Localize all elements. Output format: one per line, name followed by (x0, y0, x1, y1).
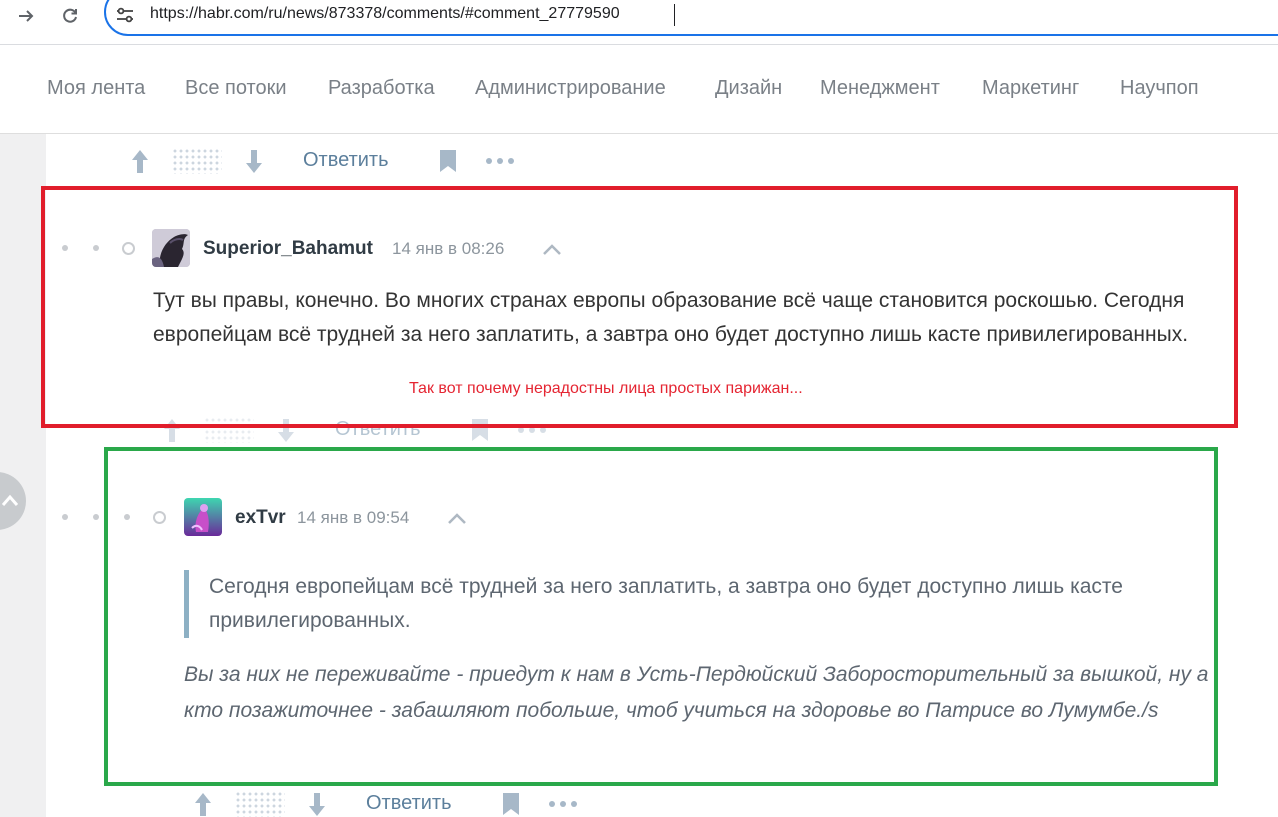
forward-icon[interactable] (10, 0, 42, 32)
site-settings-icon[interactable] (116, 6, 134, 24)
avatar[interactable] (184, 498, 222, 536)
more-icon[interactable] (484, 146, 516, 176)
hub-my-feed[interactable]: Моя лента (47, 77, 145, 100)
upvote-icon[interactable] (130, 146, 150, 176)
downvote-icon[interactable] (307, 789, 327, 817)
avatar[interactable] (152, 229, 190, 267)
reply-link[interactable]: Ответить (303, 149, 389, 172)
comment-time[interactable]: 14 янв в 08:26 (392, 239, 504, 259)
comment-quote: Сегодня европейцам всё трудней за него з… (184, 570, 1194, 638)
thread-level-dot (93, 245, 99, 251)
thread-level-dot (124, 514, 130, 520)
hub-administration[interactable]: Администрирование (475, 77, 666, 100)
hub-popsci[interactable]: Научпоп (1120, 77, 1199, 100)
chevron-up-icon[interactable] (447, 511, 467, 525)
url-text[interactable]: https://habr.com/ru/news/873378/comments… (150, 5, 620, 23)
bookmark-icon[interactable] (501, 789, 521, 817)
bookmark-icon[interactable] (470, 415, 490, 445)
reply-link[interactable]: Ответить (366, 792, 452, 815)
more-icon[interactable] (547, 789, 579, 817)
comment-actions: Ответить (193, 789, 593, 817)
reload-icon[interactable] (54, 0, 86, 32)
annotation-text: Так вот почему нерадостны лица простых п… (409, 380, 803, 397)
hub-management[interactable]: Менеджмент (820, 77, 940, 100)
comment-author[interactable]: exTvr (235, 507, 286, 529)
rating-placeholder (172, 148, 222, 174)
browser-toolbar: https://habr.com/ru/news/873378/comments… (0, 0, 1278, 45)
downvote-icon[interactable] (276, 415, 296, 445)
text-cursor (674, 4, 675, 26)
thread-level-ring (122, 242, 135, 255)
comment-text: Вы за них не переживайте - приедут к нам… (184, 663, 1209, 722)
rating-placeholder (235, 791, 285, 817)
hub-design[interactable]: Дизайн (715, 77, 782, 100)
hub-marketing[interactable]: Маркетинг (982, 77, 1079, 100)
rating-placeholder (204, 417, 254, 443)
comment-actions: Ответить (162, 415, 562, 445)
upvote-icon[interactable] (193, 789, 213, 817)
more-icon[interactable] (516, 415, 548, 445)
thread-level-dot (93, 514, 99, 520)
upvote-icon[interactable] (162, 415, 182, 445)
comment-text: Тут вы правы, конечно. Во многих странах… (153, 289, 1189, 346)
bookmark-icon[interactable] (438, 146, 458, 176)
comment-author[interactable]: Superior_Bahamut (203, 238, 373, 260)
chevron-up-icon[interactable] (542, 242, 562, 256)
reply-link[interactable]: Ответить (335, 418, 421, 441)
hub-all-streams[interactable]: Все потоки (185, 77, 287, 100)
comment-actions-previous: Ответить (130, 146, 530, 176)
thread-level-dot (62, 245, 68, 251)
thread-level-dot (62, 514, 68, 520)
hubs-navigation: Моя лента Все потоки Разработка Админист… (0, 45, 1278, 134)
thread-level-ring (153, 511, 166, 524)
hub-development[interactable]: Разработка (328, 77, 435, 100)
comment-time[interactable]: 14 янв в 09:54 (297, 508, 409, 528)
downvote-icon[interactable] (244, 146, 264, 176)
scroll-back-button[interactable] (0, 472, 26, 530)
